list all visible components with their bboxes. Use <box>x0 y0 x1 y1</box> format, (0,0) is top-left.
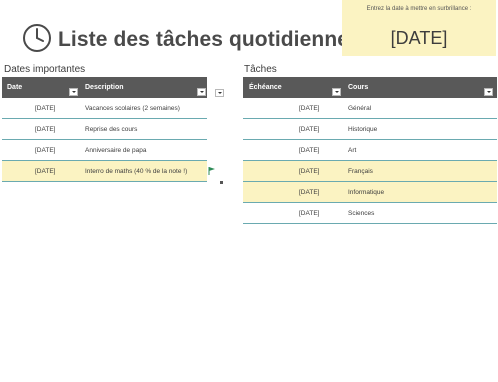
table-row[interactable]: [DATE] Français <box>243 161 497 182</box>
course-cell: Historique <box>348 126 378 133</box>
due-cell: [DATE] <box>299 126 320 133</box>
table-row[interactable]: [DATE] Général <box>243 98 497 119</box>
description-cell: Vacances scolaires (2 semaines) <box>85 105 180 112</box>
table-row[interactable]: [DATE] Informatique <box>243 182 497 203</box>
date-cell: [DATE] <box>35 126 56 133</box>
date-cell: [DATE] <box>35 105 56 112</box>
due-cell: [DATE] <box>299 210 320 217</box>
due-cell: [DATE] <box>299 168 320 175</box>
column-header-date: Date <box>7 84 23 91</box>
page-title: Liste des tâches quotidiennes <box>58 28 361 51</box>
tasks-header: Échéance Cours <box>243 77 497 98</box>
highlight-date-panel[interactable]: Entrez la date à mettre en surbrillance … <box>342 0 496 56</box>
filter-dropdown-extra[interactable] <box>215 89 224 97</box>
column-header-description: Description <box>85 84 124 91</box>
flag-icon <box>208 167 215 175</box>
course-cell: Informatique <box>348 189 385 196</box>
due-cell: [DATE] <box>299 147 320 154</box>
due-cell: [DATE] <box>299 189 320 196</box>
highlight-date-label: Entrez la date à mettre en surbrillance … <box>366 6 472 12</box>
filter-dropdown-due[interactable] <box>332 88 341 96</box>
course-cell: Français <box>348 168 373 175</box>
tasks-table: Échéance Cours [DATE] Général [DATE] His… <box>243 77 497 224</box>
description-cell: Reprise des cours <box>85 126 138 133</box>
filter-dropdown-course[interactable] <box>484 88 493 96</box>
important-dates-label: Dates importantes <box>4 64 86 75</box>
filter-dropdown-date[interactable] <box>69 88 78 96</box>
table-row[interactable]: [DATE] Vacances scolaires (2 semaines) <box>2 98 207 119</box>
column-header-course: Cours <box>348 84 369 91</box>
date-cell: [DATE] <box>35 147 56 154</box>
table-row[interactable]: [DATE] Historique <box>243 119 497 140</box>
due-cell: [DATE] <box>299 105 320 112</box>
table-resize-handle[interactable] <box>220 181 223 184</box>
date-cell: [DATE] <box>35 168 56 175</box>
description-cell: Anniversaire de papa <box>85 147 147 154</box>
important-dates-header: Date Description <box>2 77 207 98</box>
filter-dropdown-description[interactable] <box>197 88 206 96</box>
clock-icon <box>23 24 51 52</box>
column-header-due: Échéance <box>249 84 282 91</box>
course-cell: Sciences <box>348 210 375 217</box>
course-cell: Général <box>348 105 372 112</box>
table-row[interactable]: [DATE] Reprise des cours <box>2 119 207 140</box>
tasks-label: Tâches <box>244 64 277 75</box>
table-row[interactable]: [DATE] Interro de maths (40 % de la note… <box>2 161 207 182</box>
table-row[interactable]: [DATE] Sciences <box>243 203 497 224</box>
course-cell: Art <box>348 147 357 154</box>
highlight-date-value[interactable]: [DATE] <box>342 28 496 49</box>
description-cell: Interro de maths (40 % de la note !) <box>85 168 188 175</box>
table-row[interactable]: [DATE] Anniversaire de papa <box>2 140 207 161</box>
important-dates-table: Date Description [DATE] Vacances scolair… <box>2 77 207 182</box>
table-row[interactable]: [DATE] Art <box>243 140 497 161</box>
